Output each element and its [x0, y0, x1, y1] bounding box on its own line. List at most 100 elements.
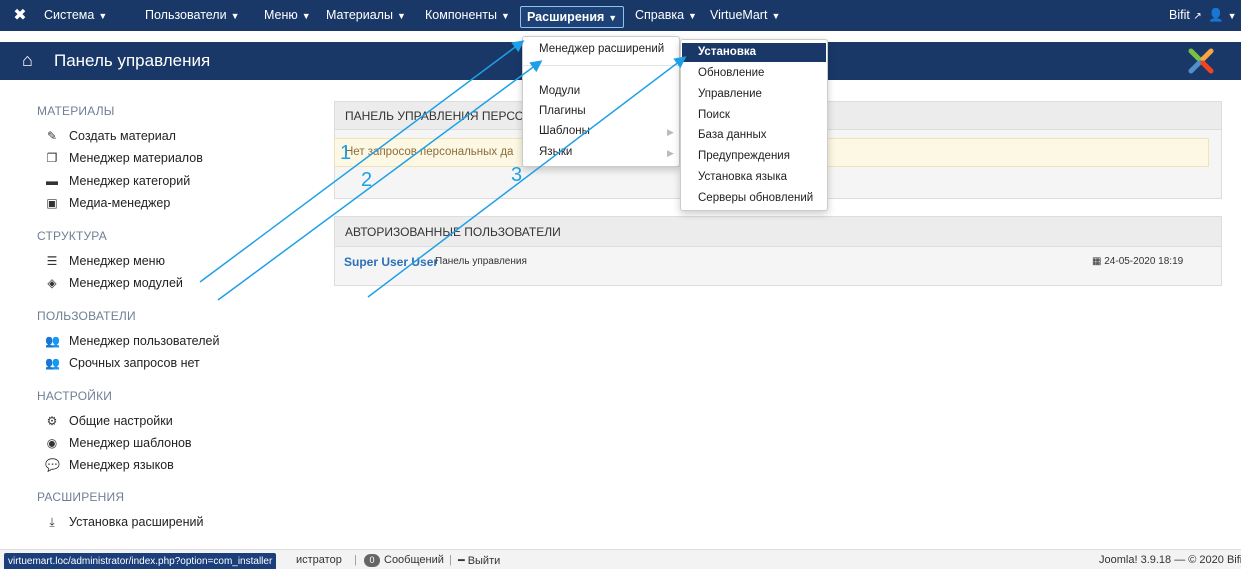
- footer-separator: |: [354, 554, 357, 566]
- footer-messages[interactable]: 0 Сообщений: [364, 554, 444, 567]
- chevron-right-icon: ▶: [667, 127, 674, 137]
- nav-help[interactable]: Справка ▼: [635, 0, 697, 31]
- menu-item-label: Предупреждения: [698, 150, 790, 162]
- sidebar-item-templates[interactable]: ◉ Менеджер шаблонов: [45, 436, 192, 450]
- status-footer: истратор | 0 Сообщений | ━ Выйти Joomla! …: [0, 549, 1241, 569]
- menu-item-label: Поиск: [698, 109, 730, 121]
- sidebar-item-users[interactable]: 👥 Менеджер пользователей: [45, 334, 219, 348]
- gear-icon: ⚙: [46, 414, 58, 428]
- menu-item-label: База данных: [698, 129, 767, 141]
- submenu-item-install[interactable]: Установка: [682, 43, 826, 62]
- extensions-dropdown: Менеджер расширений▶ Модули Плагины Шабл…: [522, 36, 692, 167]
- sidebar-item-modules[interactable]: ◈ Менеджер модулей: [45, 276, 183, 290]
- nav-virtuemart[interactable]: VirtueMart ▼: [710, 0, 780, 31]
- joomla-menu-icon[interactable]: ✖: [10, 6, 30, 26]
- caret-icon: ▼: [771, 11, 781, 21]
- pencil-icon: ✎: [46, 129, 58, 143]
- page-title: Панель управления: [54, 51, 211, 70]
- sidebar-item-add-article[interactable]: ✎ Создать материал: [45, 129, 176, 143]
- joomla-logo-icon: [1188, 48, 1214, 74]
- sidebar-item-media[interactable]: ▣ Медиа-менеджер: [45, 196, 170, 210]
- sidebar-item-requests[interactable]: 👥 Срочных запросов нет: [45, 356, 200, 370]
- image-icon: ▣: [46, 196, 58, 210]
- caret-icon: ▼: [301, 11, 311, 21]
- site-link[interactable]: Bifit ↗: [1169, 0, 1202, 31]
- sidebar-item-articles[interactable]: ❐ Менеджер материалов: [45, 151, 203, 165]
- sidebar-heading-extensions: РАСШИРЕНИЯ: [37, 490, 125, 504]
- sidebar-item-menus[interactable]: ☰ Менеджер меню: [45, 254, 165, 268]
- sidebar-item-label: Создать материал: [69, 129, 176, 143]
- sidebar-item-label: Менеджер шаблонов: [69, 436, 192, 450]
- nav-system-label: Система: [44, 8, 95, 22]
- submenu-item-update[interactable]: Обновление: [698, 67, 764, 79]
- nav-users[interactable]: Пользователи ▼: [145, 0, 240, 31]
- nav-virtuemart-label: VirtueMart: [710, 8, 768, 22]
- sidebar-item-install-extensions[interactable]: ⤓ Установка расширений: [45, 515, 203, 530]
- caret-icon: ▼: [1227, 11, 1237, 21]
- nav-components[interactable]: Компоненты ▼: [425, 0, 510, 31]
- caret-icon: ▼: [98, 11, 108, 21]
- sidebar-item-languages[interactable]: 💬 Менеджер языков: [45, 458, 174, 472]
- nav-menus[interactable]: Меню ▼: [264, 0, 311, 31]
- submenu-item-discover[interactable]: Поиск: [698, 109, 730, 121]
- users-icon: 👥: [45, 334, 60, 348]
- extension-manager-submenu: Установка Обновление Управление Поиск Ба…: [680, 39, 828, 211]
- caret-icon: ▼: [501, 11, 510, 21]
- nav-content[interactable]: Материалы ▼: [326, 0, 406, 31]
- menu-item-plugins[interactable]: Плагины: [539, 105, 586, 117]
- caret-icon: ▼: [688, 11, 697, 21]
- user-icon: 👤: [1208, 8, 1224, 22]
- nav-system[interactable]: Система ▼: [44, 0, 107, 31]
- sidebar-item-label: Менеджер пользователей: [69, 334, 220, 348]
- submenu-item-database[interactable]: База данных: [698, 129, 767, 141]
- nav-extensions-label: Расширения: [527, 10, 605, 24]
- menu-item-label: Установка: [698, 46, 757, 58]
- menu-item-templates[interactable]: Шаблоны ▶: [539, 125, 674, 137]
- footer-separator: |: [449, 554, 452, 566]
- sidebar-heading-structure: СТРУКТУРА: [37, 229, 107, 243]
- menu-item-label: Шаблоны: [539, 125, 590, 137]
- sidebar-item-label: Менеджер меню: [69, 254, 165, 268]
- status-url-tooltip: virtuemart.loc/administrator/index.php?o…: [4, 553, 277, 569]
- user-menu[interactable]: 👤 ▼: [1208, 0, 1237, 31]
- menu-item-label: Обновление: [698, 67, 765, 79]
- sidebar-item-global-config[interactable]: ⚙ Общие настройки: [45, 414, 173, 428]
- menu-divider: [523, 65, 679, 66]
- menu-item-label: Менеджер расширений: [539, 43, 665, 55]
- footer-version: Joomla! 3.9.18 — © 2020 Bifit: [1099, 554, 1241, 566]
- nav-extensions[interactable]: Расширения ▼: [520, 6, 625, 28]
- site-name: Bifit: [1169, 8, 1190, 22]
- footer-logout[interactable]: ━ Выйти: [458, 554, 500, 567]
- caret-icon: ▼: [396, 11, 406, 21]
- submenu-item-warnings[interactable]: Предупреждения: [698, 150, 790, 162]
- menu-item-label: Управление: [698, 88, 762, 100]
- messages-count-badge: 0: [364, 554, 380, 567]
- menu-item-languages[interactable]: Языки ▶: [539, 146, 674, 158]
- logout-label: Выйти: [467, 555, 501, 567]
- eye-icon: ◉: [46, 436, 58, 450]
- messages-label: Сообщений: [384, 554, 444, 566]
- table-row: Super User User Панель управления ▦ 24-0…: [334, 248, 1222, 276]
- sidebar-item-label: Медиа-менеджер: [69, 196, 171, 210]
- sidebar-item-categories[interactable]: ▬ Менеджер категорий: [45, 174, 190, 188]
- sidebar-heading-content: МАТЕРИАЛЫ: [37, 104, 115, 118]
- menu-item-modules[interactable]: Модули: [539, 85, 580, 97]
- caret-icon: ▼: [230, 11, 240, 21]
- folder-icon: ▬: [46, 174, 58, 188]
- nav-content-label: Материалы: [326, 8, 393, 22]
- list-icon: ☰: [46, 254, 58, 268]
- footer-admin[interactable]: истратор: [296, 554, 342, 566]
- chevron-right-icon: ▶: [667, 148, 674, 158]
- user-name-link[interactable]: Super User User: [344, 248, 438, 276]
- submenu-item-update-sites[interactable]: Серверы обновлений: [698, 192, 813, 204]
- menu-item-extension-manager[interactable]: Менеджер расширений▶: [539, 43, 692, 55]
- home-icon: ⌂: [22, 50, 33, 70]
- menu-item-label: Установка языка: [698, 171, 787, 183]
- submenu-item-install-languages[interactable]: Установка языка: [698, 171, 787, 183]
- user-location: Панель управления: [435, 256, 527, 267]
- submenu-item-manage[interactable]: Управление: [698, 88, 762, 100]
- copy-icon: ❐: [46, 151, 58, 165]
- sidebar-item-label: Срочных запросов нет: [69, 356, 200, 370]
- external-link-icon: ↗: [1193, 11, 1202, 22]
- sidebar-item-label: Менеджер модулей: [69, 276, 183, 290]
